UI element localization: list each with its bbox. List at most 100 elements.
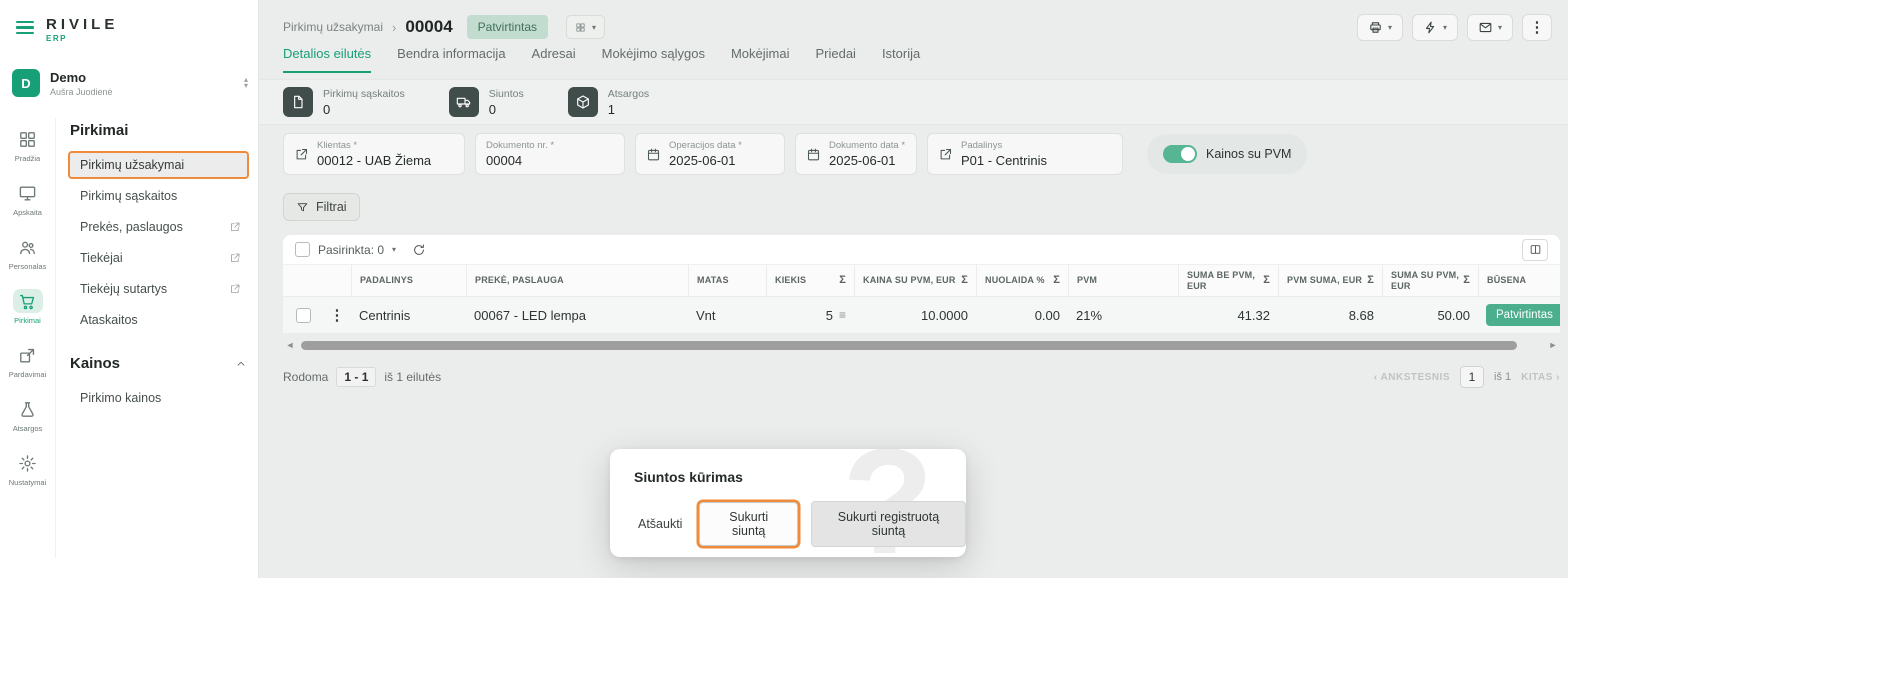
siuntos-kurimas-dialog: ? Siuntos kūrimas Atšaukti Sukurti siunt… <box>610 449 966 557</box>
submenu-section-kainos[interactable]: Kainos <box>68 337 249 384</box>
col-pvm-suma[interactable]: PVM SUMA, EURΣ <box>1278 265 1382 296</box>
tab-adresai[interactable]: Adresai <box>532 46 576 73</box>
lines-table: Pasirinkta: 0 ▾ PADALINYS PREKĖ, PASLAUG… <box>283 235 1560 333</box>
pagination-range: 1 - 1 <box>336 367 376 387</box>
funnel-icon <box>296 201 309 214</box>
tab-mokejimai[interactable]: Mokėjimai <box>731 46 790 73</box>
nav-rail-nustatymai[interactable]: Nustatymai <box>0 442 55 496</box>
col-busena[interactable]: BŪSENA <box>1478 265 1560 296</box>
toggle-kainos-su-pvm[interactable]: Kainos su PVM <box>1147 134 1307 174</box>
create-registered-shipment-button[interactable]: Sukurti registruotą siuntą <box>811 501 966 547</box>
col-preke-paslauga[interactable]: PREKĖ, PASLAUGA <box>466 265 688 296</box>
refresh-icon[interactable] <box>412 243 426 257</box>
nav-rail: Pradžia Apskaita Personalas Pirkimai Par… <box>0 118 56 558</box>
create-shipment-button[interactable]: Sukurti siuntą <box>699 502 797 546</box>
nav-rail-atsargos[interactable]: Atsargos <box>0 388 55 442</box>
quick-actions-button[interactable]: ▾ <box>1412 14 1458 41</box>
sum-icon[interactable]: Σ <box>1363 274 1374 287</box>
col-pvm[interactable]: PVM <box>1068 265 1178 296</box>
col-suma-be-pvm[interactable]: SUMA BE PVM, EURΣ <box>1178 265 1278 296</box>
status-view-selector[interactable]: ▾ <box>566 15 605 39</box>
nav-rail-pradzia[interactable]: Pradžia <box>0 118 55 172</box>
cell-preke: 00067 - LED lempa <box>466 308 688 323</box>
toggle-switch[interactable] <box>1163 145 1197 163</box>
chevron-down-icon: ▾ <box>1498 23 1502 32</box>
column-chooser-icon[interactable] <box>1522 239 1548 261</box>
email-button[interactable]: ▾ <box>1467 14 1513 41</box>
nav-rail-pirkimai[interactable]: Pirkimai <box>0 280 55 334</box>
pagination: Rodoma 1 - 1 iš 1 eilutės ‹ ANKSTESNIS 1… <box>283 366 1560 388</box>
print-button[interactable]: ▾ <box>1357 14 1403 41</box>
select-all-checkbox[interactable] <box>295 242 310 257</box>
horizontal-scrollbar[interactable] <box>301 341 1517 350</box>
field-padalinys[interactable]: Padalinys P01 - Centrinis <box>927 133 1123 175</box>
sidebar-item-pirkimu-saskaitos[interactable]: Pirkimų sąskaitos <box>68 182 249 210</box>
truck-icon <box>449 87 479 117</box>
tab-priedai[interactable]: Priedai <box>815 46 855 73</box>
next-page-button[interactable]: KITAS › <box>1521 372 1560 383</box>
stat-siuntos[interactable]: Siuntos 0 <box>449 87 524 117</box>
sidebar-item-ataskaitos[interactable]: Ataskaitos <box>68 306 249 334</box>
scroll-left-icon[interactable]: ◄ <box>283 340 297 350</box>
stats-strip: Pirkimų sąskaitos 0 Siuntos 0 Atsargos 1 <box>259 79 1568 125</box>
cell-nuolaida: 0.00 <box>976 308 1068 323</box>
tab-bendra-informacija[interactable]: Bendra informacija <box>397 46 505 73</box>
row-lines-icon[interactable]: ≡ <box>839 308 846 322</box>
sales-box-icon <box>13 343 43 367</box>
tab-istorija[interactable]: Istorija <box>882 46 920 73</box>
current-page[interactable]: 1 <box>1460 366 1484 388</box>
breadcrumb-separator-icon: › <box>392 20 396 35</box>
menu-toggle-icon[interactable] <box>16 16 34 37</box>
sidebar-item-pirkimo-kainos[interactable]: Pirkimo kainos <box>68 384 249 412</box>
col-kaina-su-pvm[interactable]: KAINA SU PVM, EURΣ <box>854 265 976 296</box>
col-nuolaida[interactable]: NUOLAIDA %Σ <box>976 265 1068 296</box>
nav-rail-apskaita[interactable]: Apskaita <box>0 172 55 226</box>
col-kiekis[interactable]: KIEKISΣ <box>766 265 854 296</box>
cell-padalinys: Centrinis <box>351 308 466 323</box>
header-actions: ▾ ▾ ▾ ⋮ <box>1357 14 1552 41</box>
tab-detalios-eilutes[interactable]: Detalios eilutės <box>283 46 371 73</box>
sidebar-item-prekes-paslaugos[interactable]: Prekės, paslaugos <box>68 213 249 241</box>
col-matas[interactable]: MATAS <box>688 265 766 296</box>
row-checkbox[interactable] <box>296 308 311 323</box>
nav-rail-personalas[interactable]: Personalas <box>0 226 55 280</box>
external-link-icon <box>229 283 241 295</box>
table-row[interactable]: ⋮ Centrinis 00067 - LED lempa Vnt 5≡ 10.… <box>283 297 1560 333</box>
field-dokumento-nr[interactable]: Dokumento nr. * 00004 <box>475 133 625 175</box>
sum-icon[interactable]: Σ <box>1049 274 1060 287</box>
col-padalinys[interactable]: PADALINYS <box>351 265 466 296</box>
scroll-right-icon[interactable]: ► <box>1546 340 1560 350</box>
sidebar-item-pirkimu-uzsakymai[interactable]: Pirkimų užsakymai <box>68 151 249 179</box>
chevron-up-down-icon: ▴▾ <box>244 77 248 89</box>
chevron-down-icon: ▾ <box>1388 23 1392 32</box>
sum-icon[interactable]: Σ <box>1459 274 1470 287</box>
row-menu-icon[interactable]: ⋮ <box>330 308 345 323</box>
prev-page-button[interactable]: ‹ ANKSTESNIS <box>1374 372 1450 383</box>
sidebar-item-tiekeju-sutartys[interactable]: Tiekėjų sutartys <box>68 275 249 303</box>
field-klientas[interactable]: Klientas * 00012 - UAB Žiema <box>283 133 465 175</box>
cell-suma-su-pvm: 50.00 <box>1382 308 1478 323</box>
cell-kiekis: 5≡ <box>766 308 854 323</box>
more-menu-button[interactable]: ⋮ <box>1522 14 1552 41</box>
field-dokumento-data[interactable]: Dokumento data * 2025-06-01 <box>795 133 917 175</box>
stat-pirkimu-saskaitos[interactable]: Pirkimų sąskaitos 0 <box>283 87 405 117</box>
account-switcher[interactable]: D Demo Aušra Juodienė ▴▾ <box>12 60 248 106</box>
lightning-icon <box>1423 20 1438 35</box>
document-fields: Klientas * 00012 - UAB Žiema Dokumento n… <box>283 133 1307 175</box>
sum-icon[interactable]: Σ <box>1259 274 1270 287</box>
tab-mokejimo-salygos[interactable]: Mokėjimo sąlygos <box>602 46 705 73</box>
sum-icon[interactable]: Σ <box>957 274 968 287</box>
col-suma-su-pvm[interactable]: SUMA SU PVM, EURΣ <box>1382 265 1478 296</box>
sum-icon[interactable]: Σ <box>835 274 846 287</box>
chevron-down-icon[interactable]: ▾ <box>392 245 396 254</box>
breadcrumb[interactable]: Pirkimų užsakymai <box>283 20 383 34</box>
filters-button[interactable]: Filtrai <box>283 193 360 221</box>
stat-atsargos[interactable]: Atsargos 1 <box>568 87 649 117</box>
field-operacijos-data[interactable]: Operacijos data * 2025-06-01 <box>635 133 785 175</box>
document-icon <box>283 87 313 117</box>
cancel-button[interactable]: Atšaukti <box>634 509 686 539</box>
nav-rail-pardavimai[interactable]: Pardavimai <box>0 334 55 388</box>
sidebar-item-tiekejai[interactable]: Tiekėjai <box>68 244 249 272</box>
selected-count[interactable]: Pasirinkta: 0 <box>318 243 384 257</box>
calendar-icon <box>806 147 821 162</box>
